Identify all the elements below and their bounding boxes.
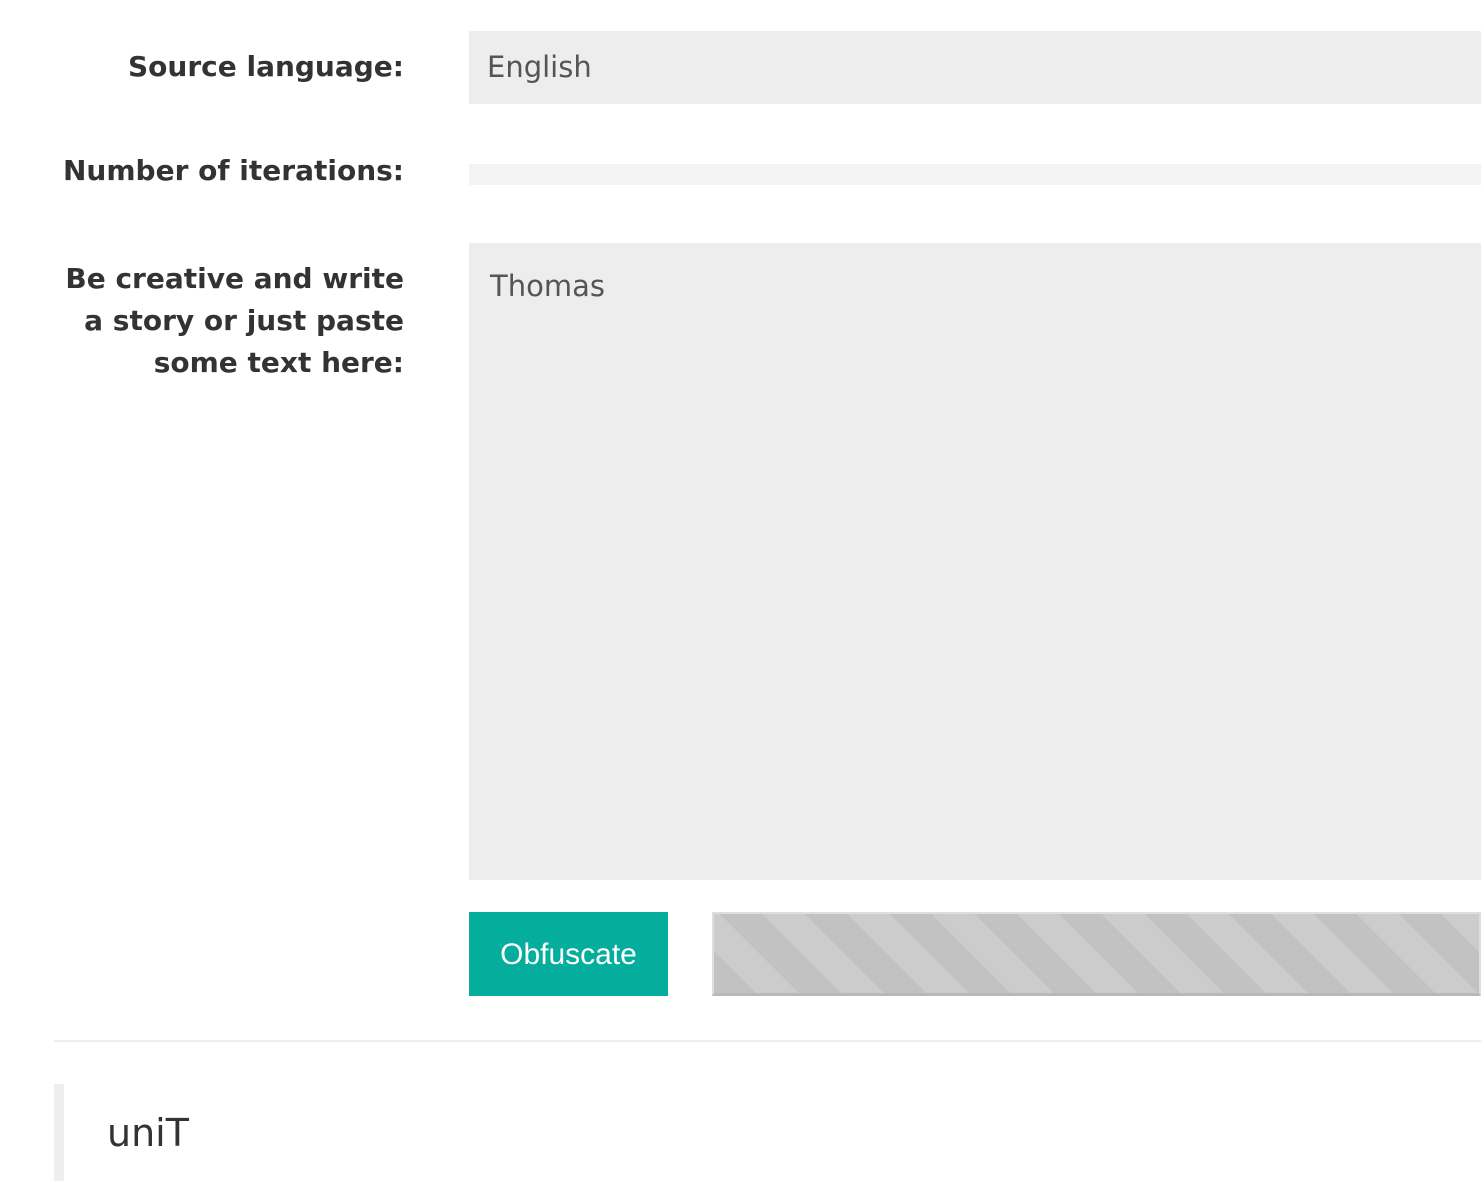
source-language-select[interactable]: English (469, 31, 1481, 104)
output-text: uniT (107, 1111, 189, 1155)
obfuscate-button[interactable]: Obfuscate (469, 912, 668, 996)
obfuscator-page: Source language: English Number of itera… (0, 0, 1481, 1181)
source-language-label: Source language: (127, 50, 404, 83)
story-textarea[interactable]: Thomas (469, 243, 1481, 880)
section-divider (54, 1040, 1481, 1042)
iterations-slider[interactable] (469, 164, 1481, 185)
story-text-label: Be creative and write a story or just pa… (65, 262, 404, 379)
progress-bar (712, 912, 1481, 996)
output-quote-border (54, 1084, 64, 1181)
iterations-label: Number of iterations: (63, 154, 404, 187)
